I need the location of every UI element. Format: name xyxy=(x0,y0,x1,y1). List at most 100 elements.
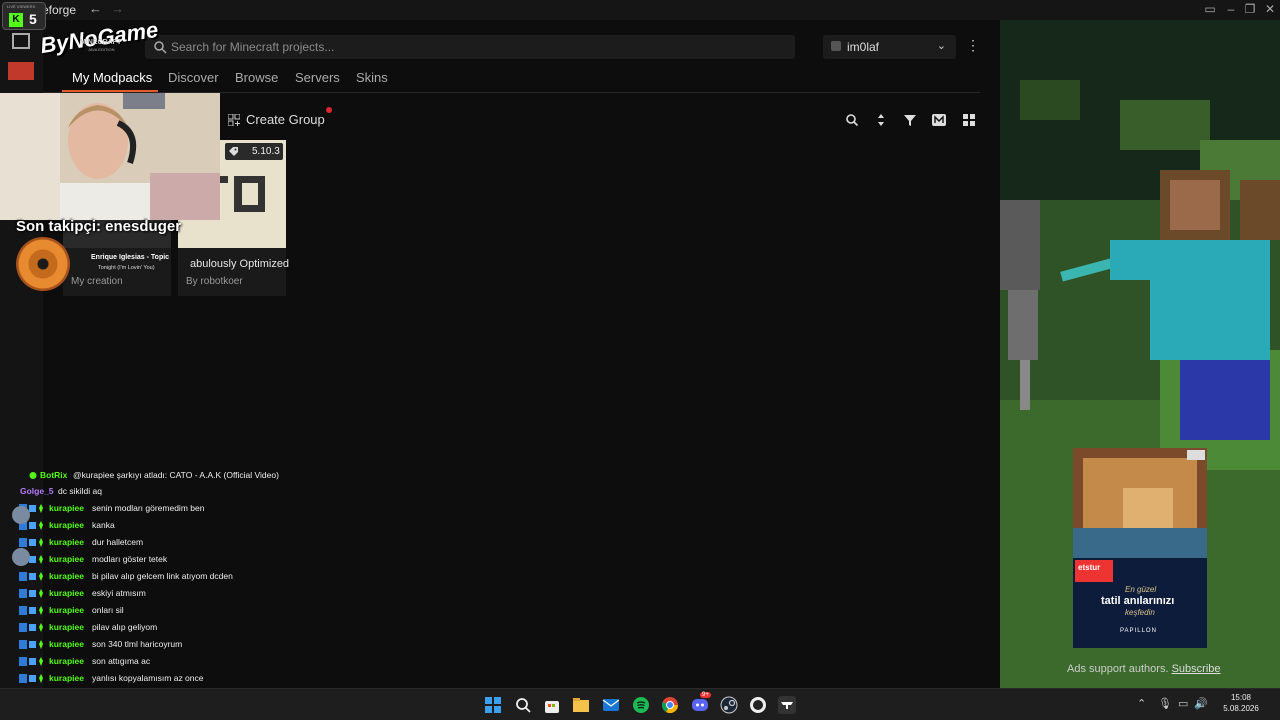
advertisement[interactable]: etstur En güzel tatil anılarınızı keşfed… xyxy=(1073,448,1207,648)
modpack-author: By robotkoer xyxy=(186,276,243,287)
music-song: Tonight (I'm Lovin' You) xyxy=(98,265,155,271)
clock[interactable]: 15:08 5.08.2026 xyxy=(1218,692,1264,714)
network-icon[interactable]: ▭ xyxy=(1178,697,1188,710)
store-icon[interactable] xyxy=(543,696,561,714)
chat-text: bi pilav alıp gelcem link atıyom dcden xyxy=(92,571,233,581)
ad-sponsor: PAPILLON xyxy=(1120,628,1157,634)
notification-dot-icon xyxy=(326,107,332,113)
version-text: 5.10.3 xyxy=(252,146,280,157)
viewer-count: 5 xyxy=(29,11,37,27)
music-artist: Enrique Iglesias - Topic xyxy=(91,254,170,261)
search-icon[interactable] xyxy=(514,696,532,714)
more-options-icon[interactable]: ⋮ xyxy=(965,37,981,57)
windows-start-icon[interactable] xyxy=(484,696,502,714)
chat-message: kurapiee kanka xyxy=(0,518,320,534)
chat-username[interactable]: kurapiee xyxy=(49,605,84,615)
webcam-image xyxy=(0,93,220,220)
sort-icon[interactable] xyxy=(874,113,888,127)
logo-text: ByNoGame xyxy=(38,16,160,59)
kick-icon: K xyxy=(9,13,23,27)
tag-icon xyxy=(229,147,238,156)
chat-username[interactable]: kurapiee xyxy=(49,639,84,649)
chat-username[interactable]: kurapiee xyxy=(49,656,84,666)
clock-date: 5.08.2026 xyxy=(1223,704,1259,713)
close-icon[interactable]: ✕ xyxy=(1262,2,1278,16)
now-playing-widget: Enrique Iglesias - Topic Tonight (I'm Lo… xyxy=(16,237,191,291)
chat-avatar xyxy=(12,506,30,524)
restore-icon[interactable]: ❐ xyxy=(1242,2,1258,16)
grid-view-icon[interactable] xyxy=(962,113,976,127)
chat-badge-icon xyxy=(19,538,43,547)
chat-message: kurapiee onları sil xyxy=(0,603,320,619)
chat-badge-icon xyxy=(19,640,43,649)
file-explorer-icon[interactable] xyxy=(572,696,590,714)
modpack-title: abulously Optimized xyxy=(190,258,290,270)
chat-badge-icon xyxy=(19,589,43,598)
chat-username[interactable]: kurapiee xyxy=(49,588,84,598)
chat-username[interactable]: BotRix xyxy=(40,470,67,480)
tab-my-modpacks[interactable]: My Modpacks xyxy=(72,70,152,85)
chat-username[interactable]: kurapiee xyxy=(49,622,84,632)
chat-username[interactable]: Golge_5 xyxy=(20,486,54,496)
profile-name: im0laf xyxy=(847,40,880,54)
spotify-icon[interactable] xyxy=(632,696,650,714)
chat-badge-icon xyxy=(19,623,43,632)
version-badge: 5.10.3 xyxy=(225,143,283,160)
chat-username[interactable]: kurapiee xyxy=(49,673,84,683)
profile-selector[interactable]: im0laf ⌄ xyxy=(823,35,956,59)
tab-discover[interactable]: Discover xyxy=(168,70,219,85)
chat-text: kanka xyxy=(92,520,115,530)
chat-message: kurapiee modları göster tetek xyxy=(0,552,320,568)
ad-footer-text: Ads support authors. xyxy=(1067,663,1169,675)
grid-add-icon xyxy=(228,114,240,126)
chat-badge-icon xyxy=(19,674,43,683)
taskbar: 9+ ⌃ 🎙 ▭ 🔊 15:08 5.08.2026 xyxy=(0,688,1280,720)
latest-follower-text: Son takipçi: enesduger xyxy=(16,218,182,235)
mail-icon[interactable] xyxy=(602,696,620,714)
search-input[interactable] xyxy=(171,35,771,59)
search-icon[interactable] xyxy=(845,113,859,127)
chat-username[interactable]: kurapiee xyxy=(49,520,84,530)
ad-headline-big: tatil anılarınızı xyxy=(1101,595,1175,607)
filter-icon[interactable] xyxy=(903,113,917,127)
forward-arrow-icon[interactable]: → xyxy=(111,1,124,16)
layout-icon[interactable]: ▭ xyxy=(1202,2,1218,16)
chat-text: @kurapiee şarkıyı atladı: CATO - A.A.K (… xyxy=(73,470,279,480)
chat-text: dc sikildi aq xyxy=(58,486,102,496)
chat-text: dur halletcem xyxy=(92,537,144,547)
steam-icon[interactable] xyxy=(720,696,738,714)
chat-username[interactable]: kurapiee xyxy=(49,537,84,547)
chat-text: son attıgıma ac xyxy=(92,656,151,666)
subscribe-link[interactable]: Subscribe xyxy=(1172,663,1221,675)
live-viewers-badge: LIVE VIEWERS K 5 xyxy=(2,2,46,30)
chat-overlay: BotRix @kurapiee şarkıyı atladı: CATO - A… xyxy=(0,466,320,720)
tab-skins[interactable]: Skins xyxy=(356,70,388,85)
volume-icon[interactable]: 🔊 xyxy=(1194,697,1208,710)
screen: etstur En güzel tatil anılarınızı keşfed… xyxy=(0,0,1280,720)
viewer-label: LIVE VIEWERS xyxy=(7,4,36,9)
chat-badge-icon xyxy=(19,657,43,666)
chat-message: BotRix @kurapiee şarkıyı atladı: CATO - A… xyxy=(0,468,320,484)
chat-username[interactable]: kurapiee xyxy=(49,554,84,564)
minimize-icon[interactable]: – xyxy=(1223,2,1239,16)
title-bar: eforge ← → ▭ – ❐ ✕ xyxy=(0,0,1280,20)
chrome-icon[interactable] xyxy=(661,696,679,714)
tab-browse[interactable]: Browse xyxy=(235,70,278,85)
back-arrow-icon[interactable]: ← xyxy=(89,1,102,16)
curseforge-icon[interactable] xyxy=(778,696,796,714)
chat-username[interactable]: kurapiee xyxy=(49,503,84,513)
chat-text: son 340 tlml haricoyrum xyxy=(92,639,183,649)
discord-icon[interactable] xyxy=(691,696,709,714)
logo-edition: JAVA EDITION xyxy=(88,47,115,52)
create-group-label: Create Group xyxy=(246,112,325,127)
obs-icon[interactable] xyxy=(749,696,767,714)
microphone-icon[interactable]: 🎙 xyxy=(1158,697,1172,710)
chat-message: kurapiee son attıgıma ac xyxy=(0,654,320,670)
tray-chevron-icon[interactable]: ⌃ xyxy=(1137,697,1146,710)
tab-servers[interactable]: Servers xyxy=(295,70,340,85)
ad-brand: etstur xyxy=(1078,563,1101,572)
medium-view-icon[interactable] xyxy=(932,113,946,127)
chat-username[interactable]: kurapiee xyxy=(49,571,84,581)
chat-text: senin modları göremedim ben xyxy=(92,503,205,513)
search-bar[interactable] xyxy=(145,35,795,59)
